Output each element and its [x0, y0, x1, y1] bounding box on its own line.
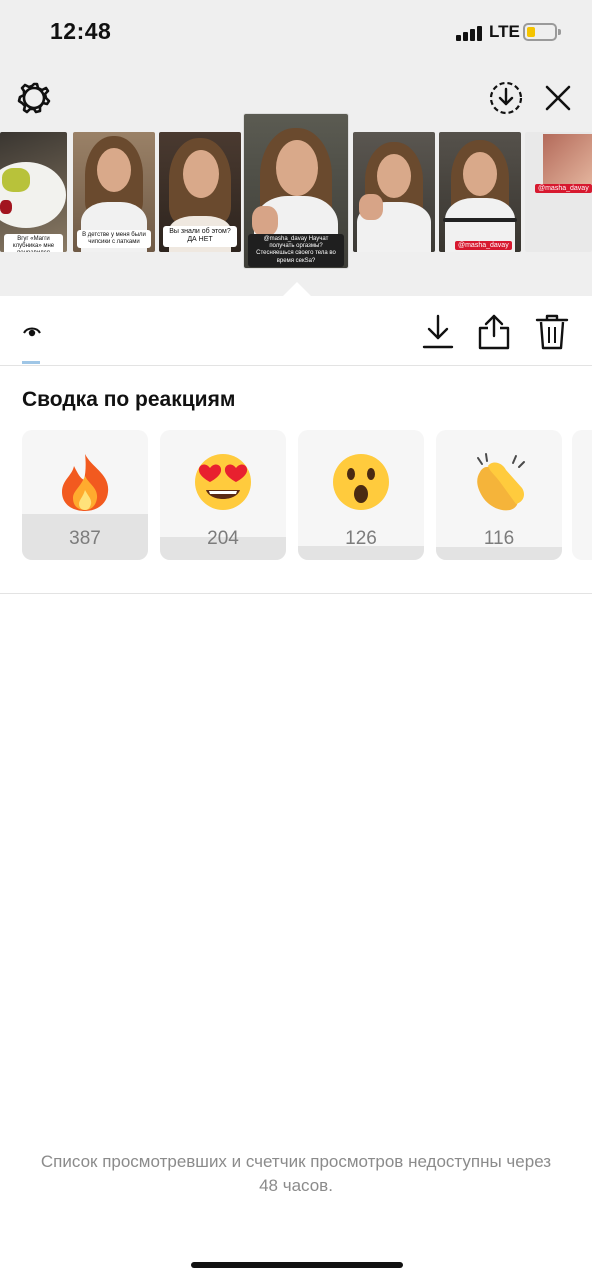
clapping-hands-emoji — [477, 453, 525, 511]
thumbnail-caption: В детстве у меня были чипсики с латками — [77, 230, 151, 249]
story-preview-area: 12:48 LTE Вгуг «Магги клубника» мне понр — [0, 0, 592, 296]
heart-eyes-emoji — [195, 454, 251, 510]
reaction-count: 116 — [483, 528, 515, 549]
toolbar-divider — [0, 365, 592, 366]
status-time: 12:48 — [50, 18, 112, 44]
reaction-count: 387 — [69, 528, 101, 549]
viewers-unavailable-note: Список просмотревших и счетчик просмотро… — [40, 1152, 552, 1195]
home-indicator[interactable] — [191, 1262, 403, 1268]
eye-icon[interactable] — [22, 324, 42, 340]
story-thumbnail[interactable] — [353, 132, 435, 252]
reaction-card[interactable]: 387 — [22, 430, 148, 560]
story-thumbnail[interactable]: @masha_davay — [525, 132, 592, 252]
story-thumbnail-strip[interactable]: Вгуг «Магги клубника» мне понравился бол… — [0, 112, 592, 282]
thumbnail-caption: Вы знали об этом? ДА НЕТ — [163, 226, 237, 247]
reaction-count: 204 — [207, 528, 239, 549]
battery-level — [527, 27, 535, 37]
story-thumbnail[interactable]: Вы знали об этом? ДА НЕТ — [159, 132, 241, 252]
share-icon[interactable] — [476, 312, 512, 352]
reaction-card[interactable]: 126 — [298, 430, 424, 560]
close-icon[interactable] — [540, 80, 576, 116]
battery-tip — [558, 29, 561, 35]
reaction-count: 126 — [345, 528, 377, 549]
thumbnail-caption: Вгуг «Магги клубника» мне понравился бол… — [4, 234, 63, 252]
mention-tag: @masha_davay — [535, 184, 592, 193]
download-circle-icon[interactable] — [488, 80, 524, 116]
gear-icon[interactable] — [16, 80, 52, 116]
reaction-card-partial[interactable] — [572, 430, 592, 560]
active-tab-indicator — [22, 361, 40, 364]
story-thumbnail[interactable]: Вгуг «Магги клубника» мне понравился бол… — [0, 132, 67, 252]
battery-icon — [523, 23, 557, 41]
download-icon[interactable] — [420, 312, 456, 352]
status-bar: 12:48 LTE — [0, 0, 592, 66]
story-thumbnail[interactable]: В детстве у меня были чипсики с латками — [73, 132, 155, 252]
story-thumbnail-selected[interactable]: @masha_davay Научат получать оргазмы? Ст… — [244, 114, 348, 268]
reactions-summary-title: Сводка по реакциям — [22, 388, 236, 411]
selected-story-pointer — [283, 282, 311, 296]
mention-tag: @masha_davay — [455, 241, 512, 250]
network-type: LTE — [489, 22, 520, 41]
surprised-face-emoji — [333, 454, 389, 510]
story-thumbnail[interactable]: @masha_davay — [439, 132, 521, 252]
thumbnail-caption: @masha_davay Научат получать оргазмы? Ст… — [248, 234, 344, 267]
reactions-carousel[interactable]: 387 204 126 116 — [22, 428, 592, 562]
thumbnail-caption — [443, 218, 517, 222]
section-divider — [0, 593, 592, 594]
trash-icon[interactable] — [534, 312, 570, 352]
fire-emoji — [62, 454, 109, 511]
reaction-card[interactable]: 204 — [160, 430, 286, 560]
reaction-card[interactable]: 116 — [436, 430, 562, 560]
cellular-signal-icon — [456, 25, 484, 41]
